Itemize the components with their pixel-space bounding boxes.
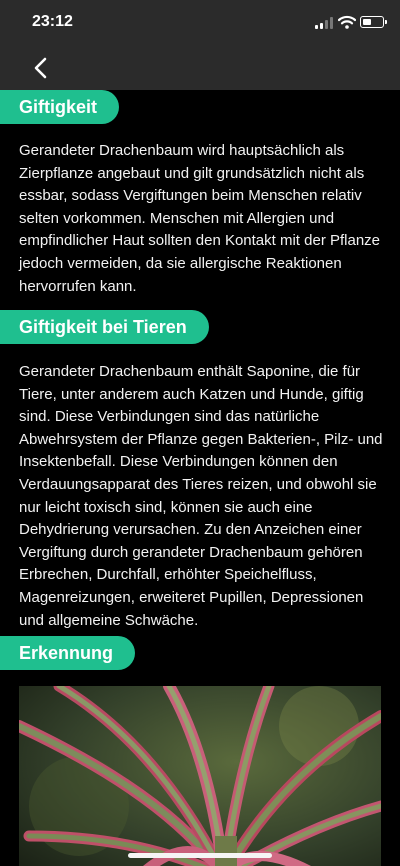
battery-level: [362, 18, 371, 25]
scroll-content[interactable]: Giftigkeit Gerandeter Drachenbaum wird h…: [0, 90, 400, 866]
chevron-left-icon: [34, 57, 47, 79]
status-time: 23:12: [32, 13, 73, 30]
home-indicator[interactable]: [128, 853, 272, 858]
plant-image: [19, 686, 381, 866]
cellular-signal-icon: [315, 17, 333, 29]
section-text-toxicity: Gerandeter Drachenbaum wird hauptsächlic…: [19, 142, 381, 295]
wifi-icon: [338, 15, 356, 29]
back-button[interactable]: [28, 54, 54, 82]
section-title-toxicity-animals: Giftigkeit bei Tieren: [0, 310, 209, 344]
section-text-toxicity-animals: Gerandeter Drachenbaum enthält Saponine,…: [19, 363, 383, 629]
section-title-identification: Erkennung: [0, 636, 136, 670]
section-title-toxicity: Giftigkeit: [0, 90, 120, 124]
status-bar: 23:12: [0, 0, 400, 44]
battery-icon: [360, 16, 387, 28]
navigation-bar: [0, 44, 400, 90]
